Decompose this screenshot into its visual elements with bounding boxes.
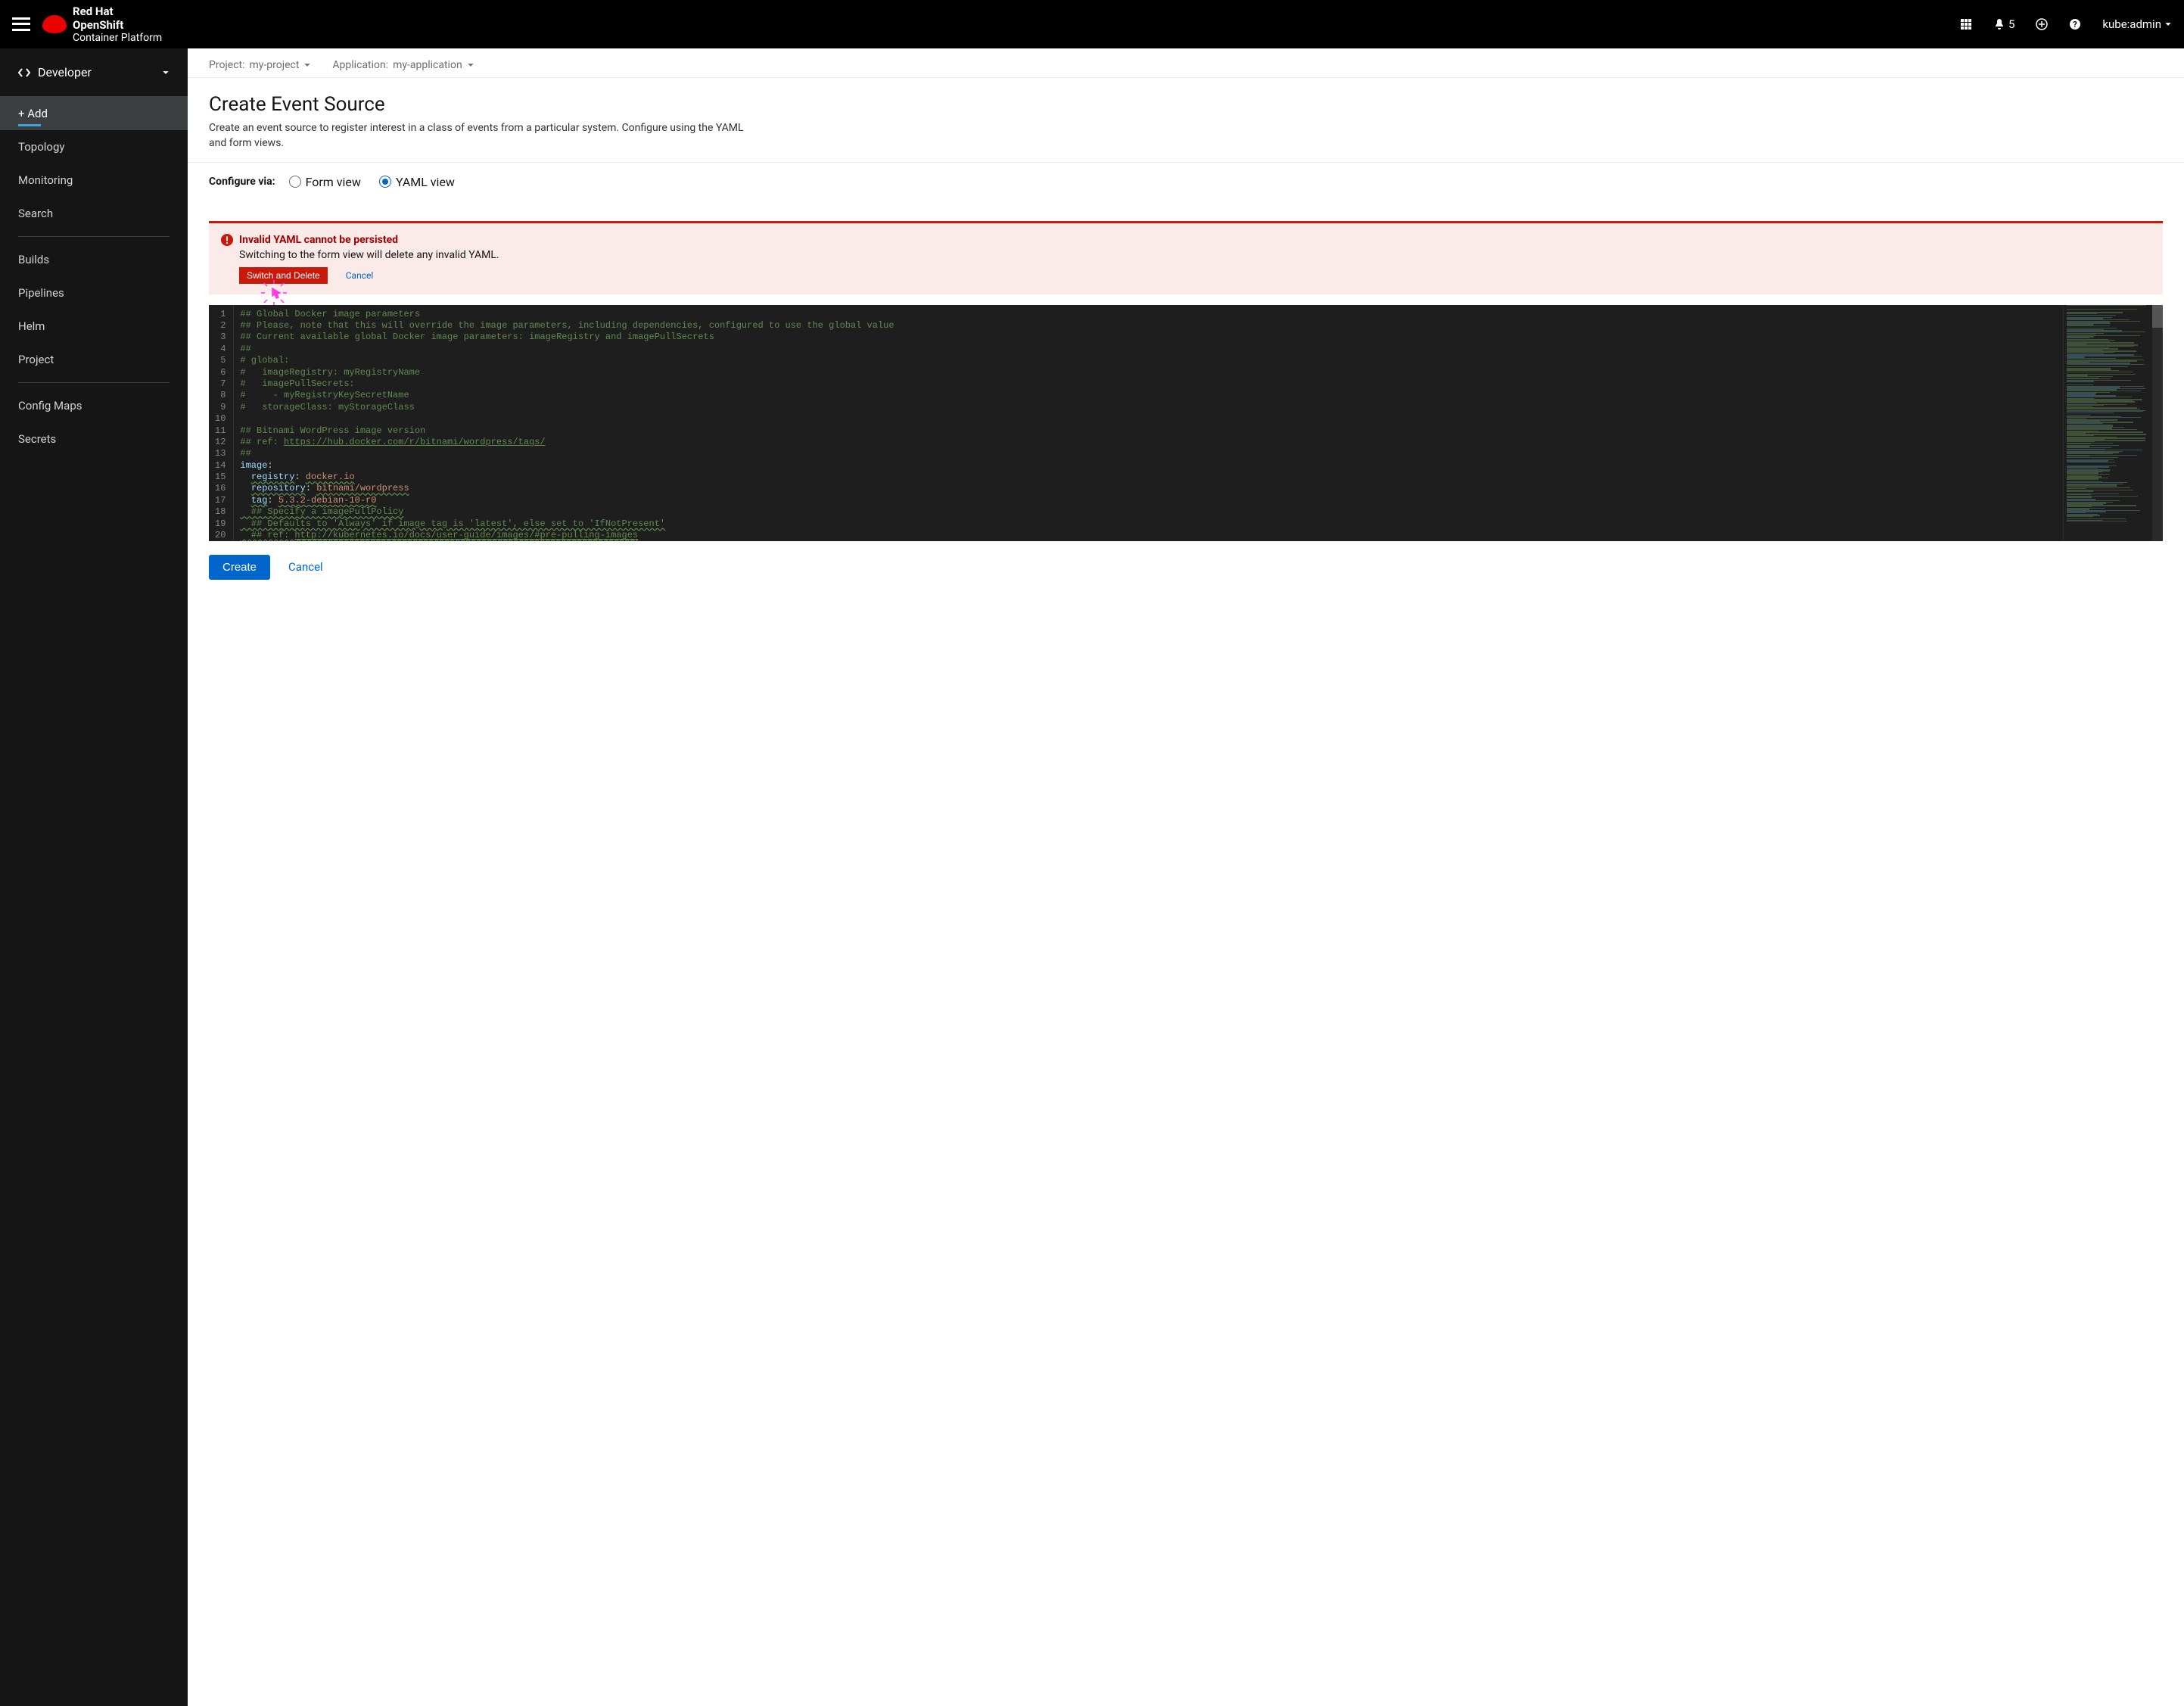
sidebar: Developer + AddTopologyMonitoringSearch … [0,48,188,1706]
main-content: Project: my-project Application: my-appl… [188,48,2184,1706]
exclamation-circle-icon [221,234,233,246]
nav-item[interactable]: Project [0,343,188,376]
code-icon [18,67,30,79]
click-cursor-icon [259,278,289,308]
footer-actions: Create Cancel [188,541,2184,593]
user-label: kube:admin [2102,17,2161,31]
project-label: Project: [209,59,245,71]
configure-label: Configure via: [209,176,275,188]
caret-down-icon [467,61,474,69]
application-selector[interactable]: Application: my-application [332,59,474,71]
nav-item[interactable]: Builds [0,243,188,276]
alert-title: Invalid YAML cannot be persisted [239,234,398,246]
invalid-yaml-alert: Invalid YAML cannot be persisted Switchi… [209,221,2163,294]
nav-item[interactable]: Monitoring [0,163,188,197]
project-selector[interactable]: Project: my-project [209,59,311,71]
redhat-logo-icon [42,15,67,33]
editor-minimap[interactable] [2063,305,2152,541]
configure-via-row: Configure via: Form view YAML view [188,162,2184,200]
hamburger-menu-icon[interactable] [12,17,30,31]
import-add-icon[interactable] [2036,18,2048,30]
caret-down-icon [2164,20,2172,28]
editor-scrollbar[interactable] [2152,305,2163,541]
cancel-button[interactable]: Cancel [288,560,323,574]
alert-body: Switching to the form view will delete a… [239,249,2151,261]
nav-item[interactable]: Helm [0,310,188,343]
nav-item[interactable]: Pipelines [0,276,188,310]
page-title: Create Event Source [209,93,2163,116]
nav-item[interactable]: Topology [0,130,188,163]
perspective-label: Developer [38,65,154,79]
brand-mid: OpenShift [73,18,123,32]
brand-bottom: Container Platform [73,32,162,45]
notifications-button[interactable]: 5 [1993,17,2014,31]
masthead: Red Hat OpenShift Container Platform 5 ?… [0,0,2184,48]
nav-item[interactable]: Search [0,197,188,230]
nav-item[interactable]: + Add [0,97,188,130]
help-icon[interactable]: ? [2069,18,2081,30]
editor-gutter: 1234567891011121314151617181920 [209,305,234,541]
user-menu[interactable]: kube:admin [2102,17,2172,31]
project-value: my-project [250,59,300,71]
application-label: Application: [332,59,388,71]
form-view-label: Form view [306,175,361,189]
nav-item[interactable]: Config Maps [0,389,188,422]
app-launcher-icon[interactable] [1960,18,1972,30]
application-value: my-application [393,59,462,71]
create-button[interactable]: Create [209,555,270,580]
page-description: Create an event source to register inter… [209,120,754,151]
brand[interactable]: Red Hat OpenShift Container Platform [42,5,162,45]
alert-cancel-link[interactable]: Cancel [346,270,374,281]
perspective-switcher[interactable]: Developer [0,48,188,97]
yaml-view-radio[interactable]: YAML view [379,175,455,189]
notification-count: 5 [2008,17,2014,31]
caret-down-icon [162,69,170,76]
yaml-view-label: YAML view [396,175,455,189]
nav-item[interactable]: Secrets [0,422,188,456]
form-view-radio[interactable]: Form view [289,175,361,189]
caret-down-icon [303,61,311,69]
editor-code[interactable]: ## Global Docker image parameters## Plea… [234,305,2063,541]
radio-icon [379,176,391,188]
radio-icon [289,176,301,188]
page-header: Create Event Source Create an event sour… [188,78,2184,162]
yaml-editor[interactable]: 1234567891011121314151617181920 ## Globa… [209,305,2163,541]
context-bar: Project: my-project Application: my-appl… [188,48,2184,78]
svg-text:?: ? [2074,20,2078,30]
brand-top: Red Hat [73,5,114,18]
